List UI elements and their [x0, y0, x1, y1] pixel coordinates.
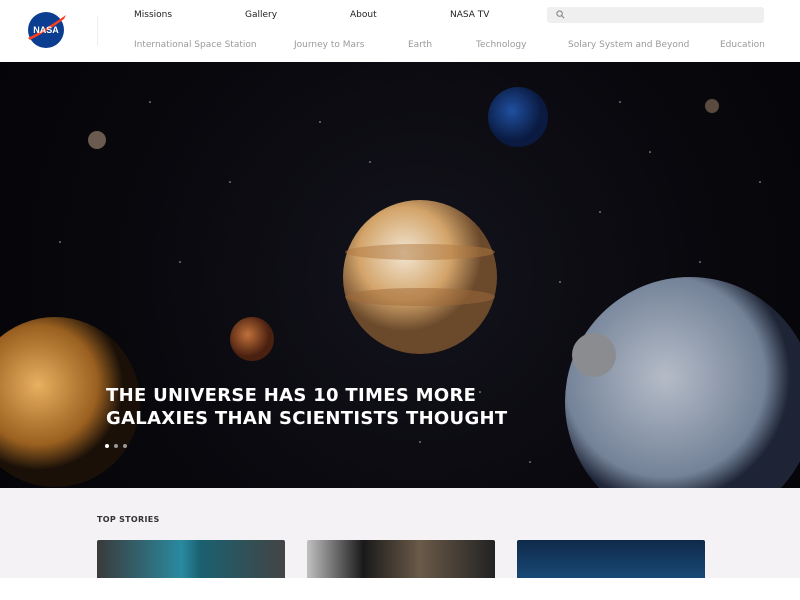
- top-stories: TOP STORIES: [0, 488, 800, 578]
- nav-journey-to-mars[interactable]: Journey to Mars: [294, 40, 364, 50]
- small-planet: [705, 99, 719, 113]
- earth: [565, 277, 800, 488]
- hero-carousel[interactable]: THE UNIVERSE HAS 10 TIMES MORE GALAXIES T…: [0, 62, 800, 488]
- nav-technology[interactable]: Technology: [476, 40, 526, 50]
- nav-nasa-tv[interactable]: NASA TV: [450, 10, 489, 20]
- carousel-dot-2[interactable]: [114, 444, 118, 448]
- search-input[interactable]: [547, 7, 764, 23]
- svg-text:NASA: NASA: [33, 25, 59, 35]
- moon: [572, 333, 616, 377]
- divider: [97, 16, 98, 46]
- nav-about[interactable]: About: [350, 10, 377, 20]
- small-planet: [88, 131, 106, 149]
- hero-headline[interactable]: THE UNIVERSE HAS 10 TIMES MORE GALAXIES T…: [106, 384, 507, 430]
- carousel-dot-1[interactable]: [105, 444, 109, 448]
- story-card-1[interactable]: [97, 540, 285, 578]
- nav-earth[interactable]: Earth: [408, 40, 432, 50]
- story-card-3[interactable]: [517, 540, 705, 578]
- nasa-logo[interactable]: NASA: [26, 11, 68, 49]
- nav-missions[interactable]: Missions: [134, 10, 172, 20]
- mars: [230, 317, 274, 361]
- carousel-dot-3[interactable]: [123, 444, 127, 448]
- nav-iss[interactable]: International Space Station: [134, 40, 257, 50]
- site-header: NASA Missions Gallery About NASA TV Inte…: [0, 0, 800, 62]
- carousel-dots: [105, 444, 127, 448]
- neptune: [488, 87, 548, 147]
- story-card-2[interactable]: [307, 540, 495, 578]
- jupiter: [343, 200, 497, 354]
- search-icon: [556, 10, 565, 19]
- section-title: TOP STORIES: [97, 515, 160, 524]
- nav-gallery[interactable]: Gallery: [245, 10, 277, 20]
- nav-solar-system[interactable]: Solary System and Beyond: [568, 40, 689, 50]
- nav-education[interactable]: Education: [720, 40, 765, 50]
